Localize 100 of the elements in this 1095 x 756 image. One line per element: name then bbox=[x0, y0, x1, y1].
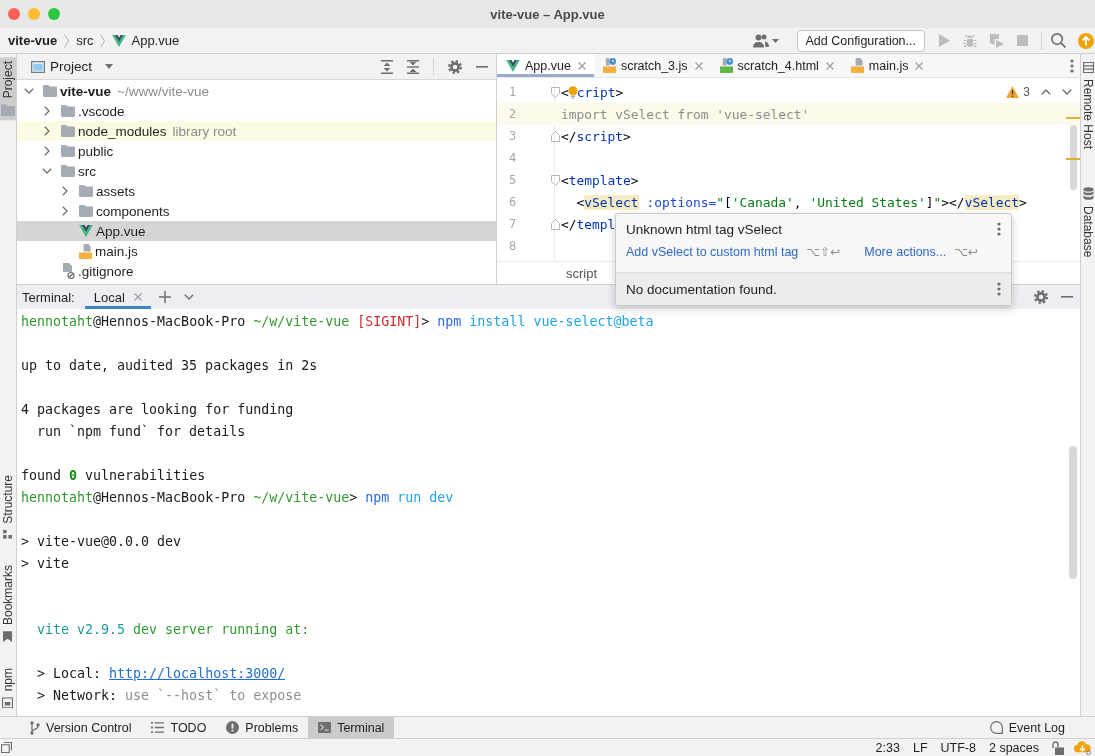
status-item[interactable]: 2:33 bbox=[875, 740, 900, 755]
project-view-dropdown[interactable]: Project bbox=[50, 59, 114, 74]
chevron-right-icon[interactable] bbox=[44, 126, 50, 136]
line-number: 4 bbox=[508, 151, 518, 165]
terminal-line: found 0 vulnerabilities bbox=[21, 468, 206, 483]
window-zoom-icon[interactable] bbox=[48, 8, 60, 20]
tool-window-button[interactable]: Version Control bbox=[20, 717, 142, 738]
add-configuration-button[interactable]: Add Configuration... bbox=[796, 29, 925, 52]
tool-window-button[interactable]: Problems bbox=[216, 717, 309, 738]
tree-item[interactable]: App.vue bbox=[17, 221, 496, 241]
chevron-right-icon[interactable] bbox=[44, 106, 50, 116]
fold-marker-icon[interactable] bbox=[550, 86, 560, 98]
line-number: 3 bbox=[508, 129, 518, 143]
tree-item[interactable]: .vscode bbox=[17, 101, 496, 121]
status-item[interactable]: 2 spaces bbox=[988, 740, 1039, 755]
chevron-right-icon[interactable] bbox=[62, 186, 68, 196]
panel-icon bbox=[31, 60, 45, 73]
tool-window-button[interactable]: Event Log bbox=[979, 717, 1075, 738]
editor-tab[interactable]: main.js bbox=[841, 54, 932, 77]
panel-toggle-icon[interactable] bbox=[1, 742, 12, 753]
chevron-right-icon[interactable] bbox=[44, 146, 50, 156]
search-icon[interactable] bbox=[1051, 33, 1066, 48]
tree-item[interactable]: assets bbox=[17, 181, 496, 201]
terminal-line: up to date, audited 35 packages in 2s bbox=[21, 358, 318, 373]
quick-fix-link[interactable]: Add vSelect to custom html tag bbox=[626, 245, 799, 259]
close-icon[interactable] bbox=[694, 61, 703, 70]
terminal-line: > Network: use `--host` to expose bbox=[36, 688, 302, 703]
code-line: < bbox=[561, 84, 569, 100]
more-icon[interactable] bbox=[997, 282, 1001, 296]
folder-icon bbox=[61, 125, 75, 137]
collapse-all-icon[interactable] bbox=[407, 59, 419, 74]
terminal-line: 4 packages are looking for funding bbox=[21, 402, 294, 417]
settings-icon[interactable] bbox=[1034, 290, 1048, 304]
close-icon[interactable] bbox=[825, 61, 834, 70]
line-number: 6 bbox=[508, 195, 518, 209]
tree-item[interactable]: node_modules library root bbox=[17, 121, 496, 141]
tree-item[interactable]: components bbox=[17, 201, 496, 221]
terminal-tab[interactable]: Local bbox=[84, 285, 151, 309]
minimize-icon[interactable] bbox=[1061, 296, 1073, 298]
tree-item[interactable]: .gitignore bbox=[17, 261, 496, 281]
user-dropdown-icon[interactable] bbox=[752, 33, 779, 48]
tree-item[interactable]: src bbox=[17, 161, 496, 181]
tool-window-button[interactable]: TODO bbox=[141, 717, 217, 738]
fold-marker-icon[interactable] bbox=[550, 174, 560, 186]
tree-item[interactable]: main.js bbox=[17, 241, 496, 261]
editor-tab[interactable]: scratch_3.js bbox=[593, 54, 711, 77]
plus-icon[interactable] bbox=[158, 291, 171, 303]
status-item[interactable]: UTF-8 bbox=[940, 740, 976, 755]
quick-fix-link[interactable]: More actions... bbox=[864, 245, 947, 259]
tool-window-tab[interactable]: Bookmarks bbox=[0, 560, 16, 646]
fold-marker-icon[interactable] bbox=[550, 218, 560, 230]
terminal-line: hennotaht@Hennos-MacBook-Pro ~/w/vite-vue [SIGINT]> npm install vue-select@beta bbox=[21, 314, 654, 329]
cloud-download-icon[interactable] bbox=[1074, 740, 1091, 755]
fold-marker-icon[interactable] bbox=[550, 130, 560, 142]
tool-window-tab[interactable]: Remote Host bbox=[1081, 58, 1095, 154]
editor-tab[interactable]: scratch_4.html bbox=[710, 54, 842, 77]
structure-icon bbox=[3, 529, 13, 539]
chevron-down-icon[interactable] bbox=[183, 294, 194, 300]
more-icon[interactable] bbox=[1070, 58, 1074, 73]
close-icon[interactable] bbox=[133, 293, 142, 301]
tool-window-tab[interactable]: npm bbox=[0, 663, 16, 712]
breadcrumb-item[interactable]: src bbox=[76, 33, 94, 48]
scrollbar[interactable] bbox=[1069, 446, 1077, 579]
close-icon[interactable] bbox=[915, 61, 924, 70]
editor-tab[interactable]: App.vue bbox=[497, 54, 594, 77]
warnings-button[interactable]: 3 bbox=[1006, 85, 1030, 99]
tool-window-button[interactable]: Terminal bbox=[308, 717, 395, 738]
code-line: <template> bbox=[561, 172, 639, 188]
scrollbar[interactable] bbox=[1070, 125, 1077, 190]
breadcrumb-item[interactable]: script bbox=[566, 265, 598, 281]
chevron-up-icon[interactable] bbox=[1041, 89, 1051, 95]
more-icon[interactable] bbox=[997, 222, 1001, 236]
server-icon bbox=[1082, 62, 1094, 73]
expand-all-icon[interactable] bbox=[381, 59, 393, 74]
unlocked-padlock-icon[interactable] bbox=[1052, 740, 1064, 755]
code-line: import vSelect from 'vue-select' bbox=[561, 106, 810, 122]
code-line: <vSelect :options="['Canada', 'United States']"></vSelect> bbox=[575, 194, 1027, 210]
line-number: 2 bbox=[508, 107, 518, 121]
window-close-icon[interactable] bbox=[8, 8, 20, 20]
close-icon[interactable] bbox=[577, 61, 586, 70]
chevron-down-icon[interactable] bbox=[24, 88, 34, 94]
breadcrumb-item[interactable]: App.vue bbox=[112, 33, 180, 48]
chevron-down-icon[interactable] bbox=[1062, 89, 1072, 95]
window-title: vite-vue – App.vue bbox=[490, 6, 605, 22]
status-item[interactable]: LF bbox=[912, 740, 928, 755]
chevron-right-icon[interactable] bbox=[62, 206, 68, 216]
breadcrumb-item[interactable]: vite-vue bbox=[8, 33, 58, 48]
chevron-down-icon[interactable] bbox=[42, 168, 52, 174]
tool-window-tab[interactable]: Project bbox=[0, 57, 16, 121]
chevron-right-icon bbox=[100, 33, 106, 48]
url-link[interactable]: http://localhost:3000/ bbox=[109, 666, 286, 681]
tool-window-tab[interactable]: Structure bbox=[0, 470, 16, 543]
code-line: cript> bbox=[576, 84, 624, 100]
settings-icon[interactable] bbox=[448, 59, 462, 74]
tree-item[interactable]: vite-vue ~/www/vite-vue bbox=[17, 81, 496, 101]
tree-item[interactable]: public bbox=[17, 141, 496, 161]
tool-window-tab[interactable]: Database bbox=[1081, 183, 1095, 262]
lightbulb-icon[interactable] bbox=[567, 85, 578, 99]
minimize-icon[interactable] bbox=[476, 65, 488, 68]
update-icon[interactable] bbox=[1078, 32, 1094, 49]
